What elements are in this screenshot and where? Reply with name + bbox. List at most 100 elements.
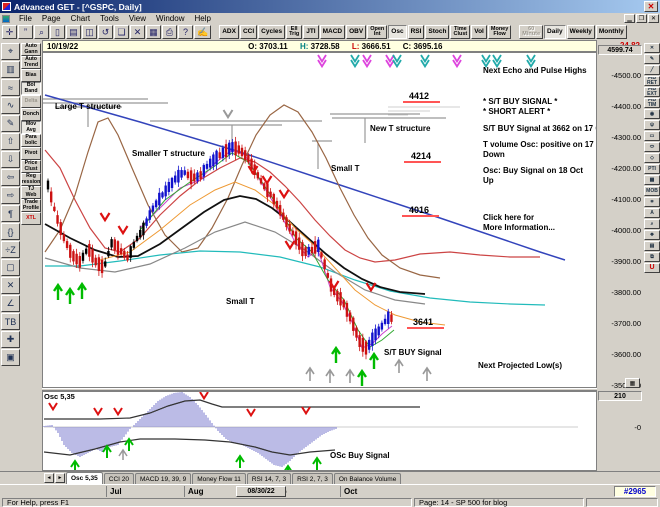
study-price-clust-button[interactable]: PriceClust — [21, 160, 41, 173]
fib-extension-button[interactable]: FIBEXT — [644, 87, 660, 97]
tab-tool-button[interactable]: TB — [1, 313, 20, 330]
menu-file[interactable]: File — [14, 14, 37, 23]
fib-time-button[interactable]: FIBTIM — [644, 98, 660, 108]
study-open-int-button[interactable]: OpenInt — [367, 25, 387, 39]
study-para-bolic-button[interactable]: Parabolic — [21, 134, 41, 147]
more-info-link[interactable]: More Information... — [483, 223, 555, 232]
save-button[interactable]: ◫ — [82, 25, 97, 39]
magnifier-icon[interactable]: ⌕ — [644, 219, 660, 229]
study-osc-button[interactable]: Osc — [388, 25, 406, 39]
pointer-button[interactable]: ✛ — [2, 25, 17, 39]
chart-page-button[interactable]: ▦ — [146, 25, 161, 39]
tab-macd-19-39-9[interactable]: MACD 19, 39, 9 — [135, 473, 191, 484]
open-button[interactable]: ▤ — [66, 25, 81, 39]
study-auto-trend-button[interactable]: AutoTrend — [21, 56, 41, 69]
delete-button[interactable]: ✕ — [130, 25, 145, 39]
rectangle-icon[interactable]: ▭ — [644, 131, 660, 141]
pitchfork-icon[interactable]: ψ — [644, 120, 660, 130]
price-chart[interactable]: Large T structureSmaller T structureNew … — [43, 53, 596, 387]
arrow-down-button[interactable]: ⇩ — [1, 151, 20, 168]
help-button[interactable]: ? — [178, 25, 193, 39]
arrow-right-button[interactable]: ⇨ — [1, 187, 20, 204]
period-monthly-button[interactable]: Monthly — [596, 25, 627, 39]
study-rsi-button[interactable]: RSI — [408, 25, 425, 39]
study-cycles-button[interactable]: Cycles — [258, 25, 285, 39]
date-axis[interactable]: JulAugSepOct 08/30/22 #2965 — [0, 484, 660, 497]
gann-box-icon[interactable]: ▦ — [644, 175, 660, 185]
pti-button[interactable]: PTI — [644, 164, 660, 174]
study-money-flow-button[interactable]: MoneyFlow — [488, 25, 511, 39]
study-tj-web-button[interactable]: TJWeb — [21, 186, 41, 199]
pencil-icon[interactable]: ✎ — [644, 54, 660, 64]
arrow-up-button[interactable]: ⇧ — [1, 133, 20, 150]
ellipse-icon[interactable]: ⬭ — [644, 142, 660, 152]
close-drawing-icon[interactable]: ✕ — [644, 43, 660, 53]
menu-chart[interactable]: Chart — [66, 14, 96, 23]
axis-calendar-button[interactable]: ▦ — [625, 378, 640, 388]
grid-icon[interactable]: ▤ — [644, 241, 660, 251]
lines-tool-button[interactable]: ✕ — [1, 277, 20, 294]
study-donch-button[interactable]: Donch — [21, 108, 41, 121]
study-ell-trig-button[interactable]: EllTrig — [286, 25, 302, 39]
elliott-wave-button[interactable]: ∿ — [1, 97, 20, 114]
copy-page-icon[interactable]: ⧉ — [644, 252, 660, 262]
palette-icon[interactable]: ❖ — [644, 230, 660, 240]
bracket-tool-button[interactable]: {} — [1, 223, 20, 240]
angles-tool-button[interactable]: ∠ — [1, 295, 20, 312]
tab-cci-20[interactable]: CCI 20 — [104, 473, 134, 484]
shape-tool-button[interactable]: ▢ — [1, 259, 20, 276]
close-button[interactable]: ✕ — [644, 1, 658, 12]
arrow-left-button[interactable]: ⇦ — [1, 169, 20, 186]
mob-button[interactable]: MOB — [644, 186, 660, 196]
study-stoch-button[interactable]: Stoch — [425, 25, 449, 39]
print-button[interactable]: ⎙ — [162, 25, 177, 39]
price-pane[interactable]: Large T structureSmaller T structureNew … — [42, 52, 597, 388]
text-label-icon[interactable]: A — [644, 208, 660, 218]
period-daily-button[interactable]: Daily — [544, 25, 566, 39]
sort-tool-button[interactable]: ÷Z — [1, 241, 20, 258]
study-bias-button[interactable]: Bias — [21, 69, 41, 82]
menu-page[interactable]: Page — [37, 14, 66, 23]
cycle-tool-button[interactable]: ≈ — [1, 79, 20, 96]
tab-scroll-left-button[interactable]: ◄ — [44, 473, 54, 483]
child-minimize-button[interactable]: ▁ — [624, 14, 635, 23]
search-button[interactable]: ⌕ — [34, 25, 49, 39]
new-chart-button[interactable]: ▯ — [50, 25, 65, 39]
oscillator-pane[interactable]: Osc 5,35OSc Buy Signal — [42, 391, 597, 471]
stamp-tool-button[interactable]: ▣ — [1, 349, 20, 366]
tab-money-flow-11[interactable]: Money Flow 11 — [192, 473, 246, 484]
period-weekly-button[interactable]: Weekly — [567, 25, 595, 39]
context-help-button[interactable]: ✍ — [194, 25, 211, 39]
child-restore-button[interactable]: ❐ — [636, 14, 647, 23]
study-adx-button[interactable]: ADX — [219, 25, 239, 39]
oscillator-chart[interactable]: Osc 5,35OSc Buy Signal — [43, 392, 596, 470]
refresh-button[interactable]: ↺ — [98, 25, 113, 39]
study-reg-ression-button[interactable]: Regression — [21, 173, 41, 186]
study-delta-button[interactable]: Delta — [21, 95, 41, 108]
quote-button[interactable]: ” — [18, 25, 33, 39]
study-vol-button[interactable]: Vol — [471, 25, 487, 39]
study-auto-gann-button[interactable]: AutoGann — [21, 43, 41, 56]
draw-pencil-button[interactable]: ✎ — [1, 115, 20, 132]
zoom-chart-icon[interactable]: ⌗ — [644, 197, 660, 207]
gann-fan-icon[interactable]: ◉ — [644, 109, 660, 119]
fib-retrace-button[interactable]: FIBRET — [644, 76, 660, 86]
price-axis[interactable]: 4599.74 -4500.00-4400.00-4300.00-4200.00… — [597, 52, 644, 471]
menu-tools[interactable]: Tools — [95, 14, 124, 23]
study-cci-button[interactable]: CCI — [240, 25, 257, 39]
period-60-minute-button[interactable]: 60Minute — [519, 25, 543, 39]
study-trade-profile-button[interactable]: TradeProfile — [21, 199, 41, 212]
more-info-link[interactable]: Click here for — [483, 213, 534, 222]
tab-rsi-2-7-3[interactable]: RSI 2, 7, 3 — [292, 473, 333, 484]
study-xtl-button[interactable]: XTL — [21, 212, 41, 225]
wave-icon[interactable]: ◇ — [644, 153, 660, 163]
study-mov-avg-button[interactable]: MovAvg — [21, 121, 41, 134]
menu-view[interactable]: View — [124, 14, 151, 23]
tab-on-balance-volume[interactable]: On Balance Volume — [334, 473, 401, 484]
gann-tool-button[interactable]: ▥ — [1, 61, 20, 78]
menu-help[interactable]: Help — [189, 14, 215, 23]
copy-button[interactable]: ❏ — [114, 25, 129, 39]
trendline-icon[interactable]: ╱ — [644, 65, 660, 75]
crosshair-tool-button[interactable]: ✚ — [1, 331, 20, 348]
study-macd-button[interactable]: MACD — [320, 25, 346, 39]
